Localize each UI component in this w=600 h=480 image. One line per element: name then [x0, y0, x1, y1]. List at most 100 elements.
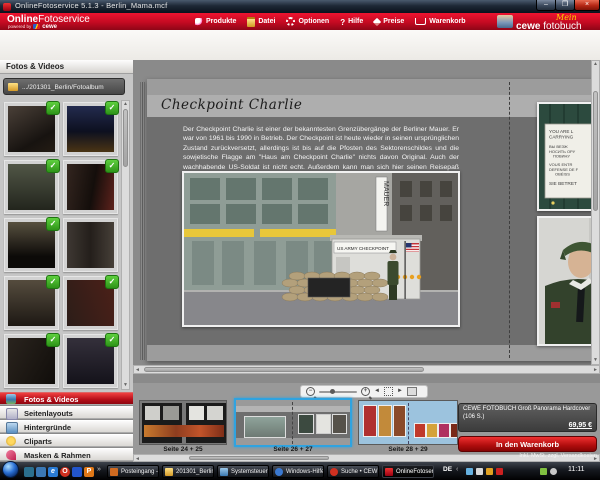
- zoom-in-icon[interactable]: +: [361, 387, 370, 396]
- close-button[interactable]: ×: [574, 0, 600, 11]
- scroll-right-icon[interactable]: ►: [593, 366, 598, 374]
- photo-thumbnail[interactable]: ✓: [63, 102, 118, 156]
- menu-optionen[interactable]: Optionen: [286, 17, 329, 26]
- photo-thumbnail[interactable]: ✓: [4, 334, 59, 388]
- toolbar: Allgemein Bearbeiten ↶ ↷ ✂ Layout ⋯ Text…: [0, 30, 600, 61]
- menu-hilfe[interactable]: ?Hilfe: [340, 18, 363, 26]
- photo-thumbnail[interactable]: ✓: [4, 218, 59, 272]
- scroll-down-icon[interactable]: ▼: [592, 357, 599, 364]
- canvas-vscrollbar[interactable]: ▲ ▼: [591, 60, 600, 365]
- scroll-up-icon[interactable]: ▲: [122, 101, 129, 108]
- prev-page-icon[interactable]: ◄: [374, 386, 380, 397]
- menu-preise[interactable]: Preise: [374, 18, 404, 25]
- tray-icon-3[interactable]: [486, 468, 493, 475]
- check-icon[interactable]: ✓: [105, 333, 119, 347]
- editor-canvas: Checkpoint Charlie Der Checkpoint Charli…: [133, 60, 600, 374]
- menu-warenkorb[interactable]: Warenkorb: [415, 18, 465, 25]
- category-cliparts[interactable]: Cliparts: [0, 434, 133, 447]
- spread-thumb-24-25[interactable]: [139, 400, 227, 445]
- zoom-slider-knob[interactable]: [330, 389, 335, 394]
- scrollbar-thumb[interactable]: [123, 109, 128, 167]
- taskbar-window-onlinefotoservice[interactable]: OnlineFotoservi...: [382, 465, 434, 478]
- taskbar-window-posteingang[interactable]: Posteingang - ...: [107, 465, 159, 478]
- svg-text:YOU ARE L: YOU ARE L: [549, 129, 574, 134]
- cliparts-icon: [6, 436, 16, 446]
- tray-expand-icon[interactable]: ‹: [456, 466, 458, 473]
- taskbar-window-hilfe[interactable]: Windows-Hilfe ...: [272, 465, 324, 478]
- photo-thumbnail[interactable]: ✓: [63, 160, 118, 214]
- spread-thumb-28-29[interactable]: [358, 400, 458, 445]
- photo-thumbnail[interactable]: ✓: [4, 160, 59, 214]
- taskbar-window-folder[interactable]: 201301_Berlin: [162, 465, 214, 478]
- minimize-button[interactable]: –: [536, 0, 556, 11]
- menu-produkte[interactable]: Produkte: [195, 18, 236, 26]
- photos-scrollbar[interactable]: ▲ ▼: [121, 100, 130, 390]
- window-title: OnlineFotoservice 5.1.3 - Berlin_Mama.mc…: [15, 1, 167, 10]
- photo-thumbnail[interactable]: ✓: [4, 102, 59, 156]
- folder-path-button[interactable]: .../201301_Berlin/Fotoalbum: [3, 78, 125, 95]
- quicklaunch-photo-icon[interactable]: [36, 467, 46, 477]
- spread-label: Seite 24 + 25: [139, 446, 227, 453]
- svg-text:OBÉISS: OBÉISS: [555, 172, 570, 177]
- fit-view-icon[interactable]: [384, 387, 393, 396]
- zoom-out-icon[interactable]: −: [306, 387, 315, 396]
- quicklaunch-office-icon[interactable]: P: [84, 467, 94, 477]
- scrollbar-thumb[interactable]: [189, 456, 329, 460]
- start-button[interactable]: [2, 461, 19, 478]
- check-icon[interactable]: ✓: [105, 159, 119, 173]
- svg-text:MAUER: MAUER: [382, 181, 389, 206]
- check-icon[interactable]: ✓: [105, 275, 119, 289]
- layouts-icon: [6, 408, 18, 420]
- photo-thumbnail[interactable]: [63, 218, 118, 272]
- category-seitenlayouts[interactable]: Seitenlayouts: [0, 406, 133, 419]
- quicklaunch-mail-icon[interactable]: [24, 467, 34, 477]
- photos-icon: [6, 394, 16, 404]
- tray-icon-2[interactable]: [476, 468, 483, 475]
- category-hintergruende[interactable]: Hintergründe: [0, 420, 133, 433]
- photo-thumbnail[interactable]: ✓: [63, 276, 118, 330]
- product-price: 69,95 €: [569, 422, 592, 429]
- photo-checkpoint-booth[interactable]: MAUER US ARMY CHECKPOINT: [182, 171, 460, 327]
- page-title-band[interactable]: Checkpoint Charlie: [147, 95, 600, 117]
- check-icon[interactable]: ✓: [46, 333, 60, 347]
- scroll-down-icon[interactable]: ▼: [122, 382, 129, 389]
- check-icon[interactable]: ✓: [46, 101, 60, 115]
- scrollbar-thumb[interactable]: [593, 91, 598, 211]
- next-page-icon[interactable]: ►: [397, 386, 403, 397]
- svg-text:ПОВИНУ: ПОВИНУ: [553, 154, 570, 159]
- quicklaunch-ie-icon[interactable]: e: [48, 467, 58, 477]
- check-icon[interactable]: ✓: [46, 159, 60, 173]
- tray-icon-1[interactable]: [466, 468, 473, 475]
- maximize-button[interactable]: ❐: [555, 0, 575, 11]
- quicklaunch-opera-icon[interactable]: O: [60, 467, 70, 477]
- photo-thumbnail[interactable]: ✓: [4, 276, 59, 330]
- photo-thumbnail[interactable]: ✓: [63, 334, 118, 388]
- scroll-up-icon[interactable]: ▲: [592, 61, 599, 68]
- page-title[interactable]: Checkpoint Charlie: [161, 97, 302, 113]
- taskbar-window-suche[interactable]: Suche • CEWE F...: [327, 465, 379, 478]
- tray-network-icon[interactable]: [540, 468, 547, 475]
- tray-icon-4[interactable]: [496, 468, 503, 475]
- check-icon[interactable]: ✓: [105, 101, 119, 115]
- page-preview-icon[interactable]: [407, 387, 417, 396]
- spread-thumb-26-27[interactable]: [234, 398, 352, 447]
- zoom-slider[interactable]: [319, 391, 357, 393]
- add-to-cart-button[interactable]: In den Warenkorb: [458, 436, 597, 452]
- check-icon[interactable]: ✓: [46, 275, 60, 289]
- tray-volume-icon[interactable]: [550, 468, 557, 475]
- scroll-left-icon[interactable]: ◄: [135, 366, 140, 374]
- control-panel-icon: [220, 468, 228, 476]
- quicklaunch-media-icon[interactable]: [72, 467, 82, 477]
- scrollbar-thumb[interactable]: [144, 367, 424, 372]
- quicklaunch-overflow[interactable]: »: [97, 466, 101, 473]
- taskbar-window-systemsteuerung[interactable]: Systemsteuerun...: [217, 465, 269, 478]
- taskbar-clock[interactable]: 11:11: [568, 466, 584, 473]
- language-indicator[interactable]: DE: [443, 466, 452, 473]
- category-fotos-videos[interactable]: Fotos & Videos: [0, 392, 133, 405]
- canvas-hscrollbar[interactable]: ◄ ►: [133, 365, 600, 374]
- category-masken-rahmen[interactable]: Masken & Rahmen: [0, 448, 133, 461]
- cart-icon: [415, 18, 426, 25]
- check-icon[interactable]: ✓: [46, 217, 60, 231]
- menu-datei[interactable]: Datei: [247, 17, 275, 27]
- main-menu: Produkte Datei Optionen ?Hilfe Preise Wa…: [195, 13, 466, 30]
